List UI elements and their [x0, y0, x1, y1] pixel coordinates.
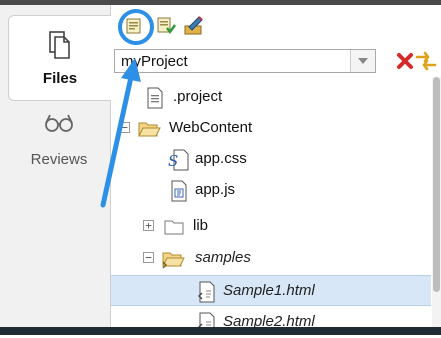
glasses-icon	[8, 110, 110, 140]
collapse-toggle[interactable]: −	[119, 122, 130, 133]
highlight-circle	[118, 9, 154, 45]
project-select-value: myProject	[121, 53, 188, 70]
import-project-button[interactable]	[155, 15, 177, 37]
edit-project-button[interactable]	[183, 15, 205, 37]
side-tab-rail: Files Reviews	[0, 5, 111, 327]
html-file-icon	[198, 281, 215, 303]
files-icon	[9, 30, 111, 60]
project-select-dropdown[interactable]	[350, 50, 375, 72]
chevron-down-icon	[358, 58, 368, 64]
tab-reviews-label: Reviews	[30, 151, 88, 168]
tree-item-label: app.css	[195, 150, 247, 167]
tree-item-label: WebContent	[169, 119, 253, 136]
tree-row-selected[interactable]: Sample1.html	[111, 275, 431, 306]
tab-reviews[interactable]: Reviews	[8, 105, 110, 190]
explorer-toolbar	[111, 5, 441, 47]
js-file-icon	[171, 180, 187, 202]
tree-row[interactable]: .project	[111, 82, 431, 113]
tree-item-label: app.js	[195, 181, 236, 198]
tree-item-label: Sample1.html	[223, 282, 315, 299]
css-file-icon: S	[168, 149, 189, 171]
expand-toggle[interactable]: +	[143, 220, 154, 231]
file-icon	[147, 87, 163, 109]
folder-icon	[164, 220, 184, 235]
tab-files[interactable]: Files	[8, 15, 111, 101]
folder-open-icon	[138, 122, 161, 137]
vertical-scrollbar[interactable]	[432, 77, 441, 327]
tree-row[interactable]: − samples	[111, 243, 431, 274]
new-project-button[interactable]	[118, 9, 154, 45]
tab-files-label: Files	[42, 70, 78, 87]
window-bottom-edge	[0, 327, 441, 335]
tree-row[interactable]: S app.css	[111, 144, 431, 175]
close-project-icon[interactable]	[396, 52, 414, 70]
project-selector-row: myProject	[111, 48, 441, 74]
tree-item-label: .project	[173, 88, 223, 105]
project-explorer: myProject .project − WebContent S app.cs…	[111, 5, 441, 334]
import-project-icon	[157, 17, 176, 35]
scrollbar-thumb[interactable]	[433, 77, 440, 292]
edit-project-icon	[184, 16, 203, 35]
tree-row[interactable]: − WebContent	[111, 113, 431, 144]
sync-icon[interactable]	[415, 51, 437, 71]
collapse-toggle[interactable]: −	[143, 252, 154, 263]
linked-folder-open-icon	[162, 252, 185, 269]
project-select[interactable]: myProject	[114, 49, 376, 73]
svg-text:S: S	[168, 152, 178, 170]
tree-item-label: lib	[193, 217, 209, 234]
tree-item-label: samples	[195, 249, 251, 266]
tree-row[interactable]: app.js	[111, 175, 431, 206]
tree-row[interactable]: + lib	[111, 211, 431, 242]
file-tree: .project − WebContent S app.css app.js +…	[111, 80, 431, 334]
